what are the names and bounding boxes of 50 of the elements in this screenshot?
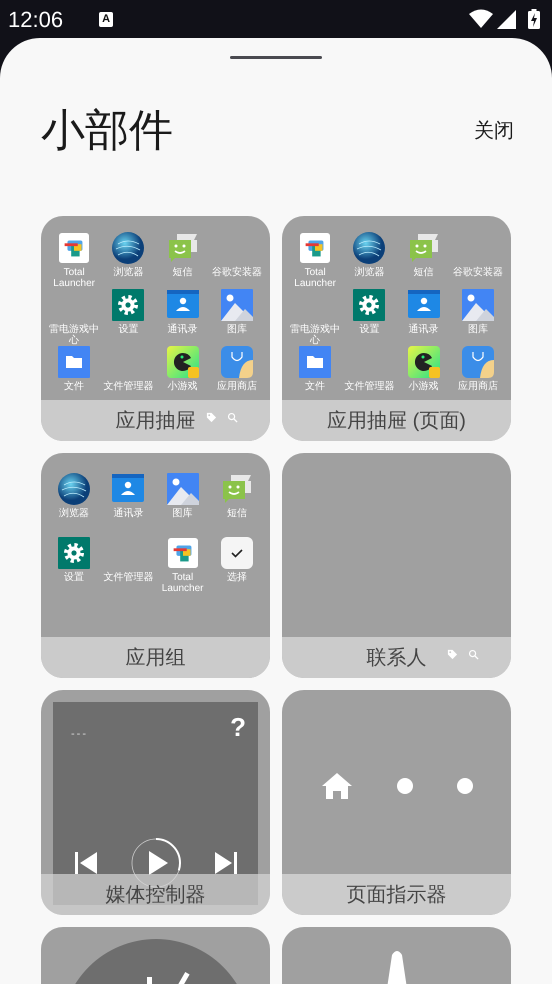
album-art-placeholder: ? (230, 712, 246, 742)
app-label: Total Launcher (293, 267, 337, 289)
app-label: 设置 (359, 324, 380, 335)
widget-card[interactable]: --- ? 媒体控制器 (41, 690, 270, 915)
app-label: 通讯录 (168, 324, 198, 335)
app-label: 应用商店 (458, 381, 498, 392)
app-label: 浏览器 (113, 267, 144, 278)
app-label: 浏览器 (354, 267, 384, 278)
app-label: 雷电游戏中心 (48, 324, 100, 346)
app-label: 小游戏 (408, 381, 439, 392)
app-label: 短信 (172, 267, 193, 278)
keyboard-notification-icon: A (99, 12, 114, 26)
app-label: 文件 (64, 381, 84, 392)
widget-card[interactable]: Total Launcher 浏览器 短信 谷歌安装器 雷电游戏中心 设置 通讯录 图库 文件 文件管理器 小游戏 应用商店 应用抽屉 (41, 216, 270, 441)
app-label: 设置 (64, 572, 84, 583)
app-label: 应用商店 (216, 381, 257, 392)
app-label: 文件管理器 (103, 572, 154, 583)
app-label: 小游戏 (168, 381, 198, 392)
app-label: 文件 (305, 381, 326, 392)
app-label: 设置 (118, 324, 138, 335)
widget-label: 应用抽屉 (116, 408, 196, 434)
widget-card[interactable]: Total Launcher 浏览器 短信 谷歌安装器 雷电游戏中心 设置 通讯录 图库 文件 文件管理器 小游戏 应用商店 应用抽屉 (页面) (282, 216, 511, 441)
app-label: 文件管理器 (344, 381, 394, 392)
close-button[interactable]: 关闭 (474, 116, 514, 146)
app-label: 短信 (414, 267, 434, 278)
widget-label: 联系人 (366, 646, 426, 670)
widget-card[interactable]: 联系人 (282, 453, 511, 678)
app-label: 通讯录 (113, 508, 144, 519)
status-time: 12:06 (8, 6, 64, 34)
widget-label: 页面指示器 (346, 882, 446, 908)
app-label: 图库 (226, 324, 247, 335)
app-label: Total Launcher (52, 267, 96, 289)
app-label: 图库 (468, 324, 488, 335)
track-title: --- (71, 727, 88, 742)
widget-label: 应用抽屉 (页面) (327, 408, 466, 434)
app-label: 短信 (226, 508, 247, 519)
app-label: Total Launcher (160, 572, 204, 594)
app-label: 文件管理器 (103, 381, 154, 392)
widget-label: 媒体控制器 (106, 882, 206, 908)
app-label: 浏览器 (59, 508, 90, 519)
widget-card[interactable]: 页面指示器 (282, 690, 511, 915)
app-label: 谷歌安装器 (212, 267, 262, 278)
app-label: 选择 (226, 572, 247, 583)
widget-label: 应用组 (126, 646, 186, 670)
sheet-title: 小部件 (41, 105, 173, 157)
app-label: 图库 (172, 508, 193, 519)
app-label: 通讯录 (408, 324, 439, 335)
widget-card[interactable]: 浏览器 通讯录 图库 短信 设置 文件管理器 Total Launcher 选择 应用组 (41, 453, 270, 678)
app-label: 谷歌安装器 (452, 267, 503, 278)
app-label: 雷电游戏中心 (289, 324, 342, 346)
